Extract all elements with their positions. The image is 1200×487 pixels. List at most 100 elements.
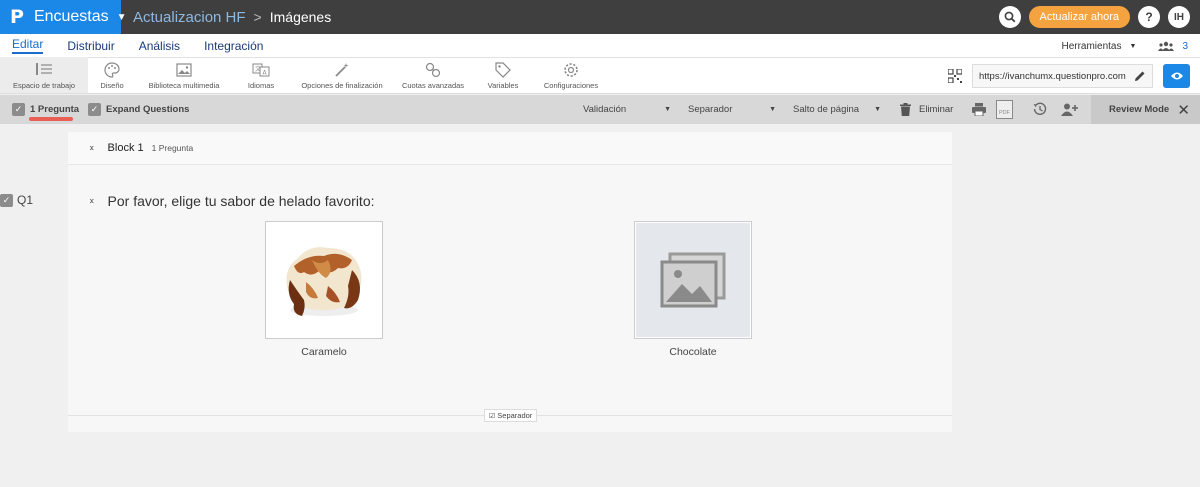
tools-label: Herramientas — [1061, 40, 1122, 52]
breadcrumb-separator: > — [253, 9, 262, 25]
toolbar-media-library[interactable]: Biblioteca multimedia — [136, 57, 232, 93]
toolbar-settings[interactable]: Configuraciones — [534, 57, 608, 93]
question-number[interactable]: ✓ Q1 — [0, 193, 33, 207]
checkbox-icon[interactable]: ✓ — [0, 193, 13, 207]
help-button[interactable]: ? — [1138, 6, 1160, 28]
preview-button[interactable] — [1163, 64, 1190, 88]
image-placeholder — [636, 223, 750, 337]
delete-button[interactable]: Eliminar — [900, 95, 953, 124]
user-avatar[interactable]: IH — [1168, 6, 1190, 28]
image-option-caramelo[interactable] — [265, 221, 383, 339]
toolbar-label: Espacio de trabajo — [12, 81, 76, 90]
editor-toolbar: Espacio de trabajo Diseño Biblioteca mul… — [0, 57, 1200, 94]
top-bar: P Encuestas ▼ Actualizacion HF > Imágene… — [0, 0, 1200, 34]
search-button[interactable] — [998, 6, 1021, 28]
print-button[interactable] — [972, 103, 986, 116]
breadcrumb-project[interactable]: Actualizacion HF — [133, 9, 246, 26]
separator-label: Separador — [688, 104, 733, 115]
option-label-chocolate: Chocolate — [669, 346, 717, 358]
collapse-icon[interactable]: ⌄ ⌄ — [88, 194, 96, 210]
product-name: Encuestas — [33, 8, 109, 25]
magic-wand-icon — [334, 61, 350, 79]
pdf-icon-label: PDF — [999, 110, 1010, 116]
users-icon — [1158, 41, 1175, 51]
survey-url: https://ivanchumx.questionpro.com — [979, 70, 1126, 82]
block-title[interactable]: Block 1 — [108, 142, 144, 154]
tab-integracion[interactable]: Integración — [204, 39, 263, 53]
page-break-dropdown[interactable]: Salto de página ▼ — [793, 95, 881, 124]
tools-dropdown[interactable]: Herramientas ▼ — [1061, 41, 1136, 52]
tag-icon — [495, 61, 511, 79]
separator-dropdown[interactable]: Separador ▼ — [688, 95, 776, 124]
survey-url-field[interactable]: https://ivanchumx.questionpro.com — [972, 64, 1153, 88]
ice-cream-photo — [268, 230, 380, 330]
add-user-icon — [1061, 103, 1078, 116]
block-question-count: 1 Pregunta — [151, 143, 194, 153]
questionpro-logo: P — [10, 6, 24, 28]
selected-count-label: 1 Pregunta — [30, 104, 80, 115]
tab-distribuir[interactable]: Distribuir — [67, 39, 114, 53]
toolbar-label: Cuotas avanzadas — [401, 81, 465, 90]
image-icon — [176, 61, 192, 79]
highlight-underline — [29, 117, 73, 121]
history-button[interactable] — [1033, 102, 1047, 116]
edit-pencil-icon[interactable] — [1134, 70, 1146, 82]
caret-down-icon: ▼ — [769, 106, 776, 113]
trash-icon — [900, 103, 911, 116]
checkbox-icon: ✓ — [12, 103, 25, 116]
toolbar-workspace[interactable]: Espacio de trabajo — [0, 57, 88, 93]
main-nav: Editar Distribuir Análisis Integración H… — [0, 34, 1200, 58]
svg-text:文: 文 — [255, 65, 261, 73]
image-option-chocolate[interactable] — [634, 221, 752, 339]
tab-editar[interactable]: Editar — [12, 37, 44, 54]
image-placeholder-icon — [660, 252, 726, 308]
select-questions-toggle[interactable]: ✓ 1 Pregunta — [12, 103, 79, 116]
expand-questions-toggle[interactable]: ✓ Expand Questions — [88, 103, 189, 116]
breadcrumb-page: Imágenes — [269, 9, 332, 25]
toolbar-label: Variables — [487, 81, 519, 90]
close-icon[interactable]: ✕ — [1177, 101, 1190, 119]
block-card: ⌄ ⌄ Block 1 1 Pregunta — [68, 132, 952, 432]
caret-down-icon: ▼ — [874, 106, 881, 113]
quota-icon — [425, 61, 441, 79]
toolbar-languages[interactable]: 文A Idiomas — [232, 57, 290, 93]
print-icon — [972, 103, 986, 116]
question-number-label: Q1 — [17, 193, 34, 207]
caret-down-icon: ▼ — [664, 106, 671, 113]
separator-tag[interactable]: ☑ Separador — [484, 409, 538, 422]
collaborators-button[interactable]: 3 — [1158, 41, 1188, 52]
checkbox-icon: ✓ — [88, 103, 101, 116]
toolbar-label: Diseño — [100, 81, 124, 90]
toolbar-end-options[interactable]: Opciones de finalización — [290, 57, 394, 93]
review-mode-label: Review Mode — [1109, 104, 1170, 115]
toolbar-label: Opciones de finalización — [301, 81, 383, 90]
expand-questions-label: Expand Questions — [106, 104, 190, 115]
update-now-button[interactable]: Actualizar ahora — [1028, 6, 1130, 28]
delete-label: Eliminar — [919, 104, 954, 115]
add-user-button[interactable] — [1061, 103, 1078, 116]
block-header: ⌄ ⌄ Block 1 1 Pregunta — [68, 132, 952, 165]
caret-down-icon: ▼ — [1129, 42, 1137, 50]
pdf-button[interactable]: PDF — [996, 100, 1013, 119]
product-switcher[interactable]: P Encuestas ▼ — [0, 0, 127, 34]
palette-icon — [104, 61, 120, 79]
breadcrumb: Actualizacion HF > Imágenes — [133, 9, 331, 26]
history-icon — [1033, 102, 1047, 115]
review-mode-button[interactable]: Review Mode ✕ — [1091, 95, 1200, 124]
toolbar-advanced-quotas[interactable]: Cuotas avanzadas — [394, 57, 472, 93]
tab-analisis[interactable]: Análisis — [139, 39, 180, 53]
question-text: Por favor, elige tu sabor de helado favo… — [107, 193, 375, 209]
toolbar-variables[interactable]: Variables — [472, 57, 534, 93]
validation-dropdown[interactable]: Validación ▼ — [583, 95, 671, 124]
validation-label: Validación — [583, 104, 627, 115]
toolbar-design[interactable]: Diseño — [88, 57, 136, 93]
collapse-icon[interactable]: ⌄ ⌄ — [88, 141, 96, 157]
search-icon — [1004, 11, 1015, 23]
page-break-label: Salto de página — [793, 104, 860, 115]
question-action-bar: ✓ 1 Pregunta ✓ Expand Questions Validaci… — [0, 95, 1200, 124]
top-right-controls: Actualizar ahora ? IH — [998, 0, 1190, 34]
question-title[interactable]: ⌄ ⌄ Por favor, elige tu sabor de helado f… — [88, 193, 375, 209]
qr-code-button[interactable] — [948, 69, 962, 83]
toolbar-label: Configuraciones — [543, 81, 599, 90]
translate-icon: 文A — [252, 61, 270, 79]
